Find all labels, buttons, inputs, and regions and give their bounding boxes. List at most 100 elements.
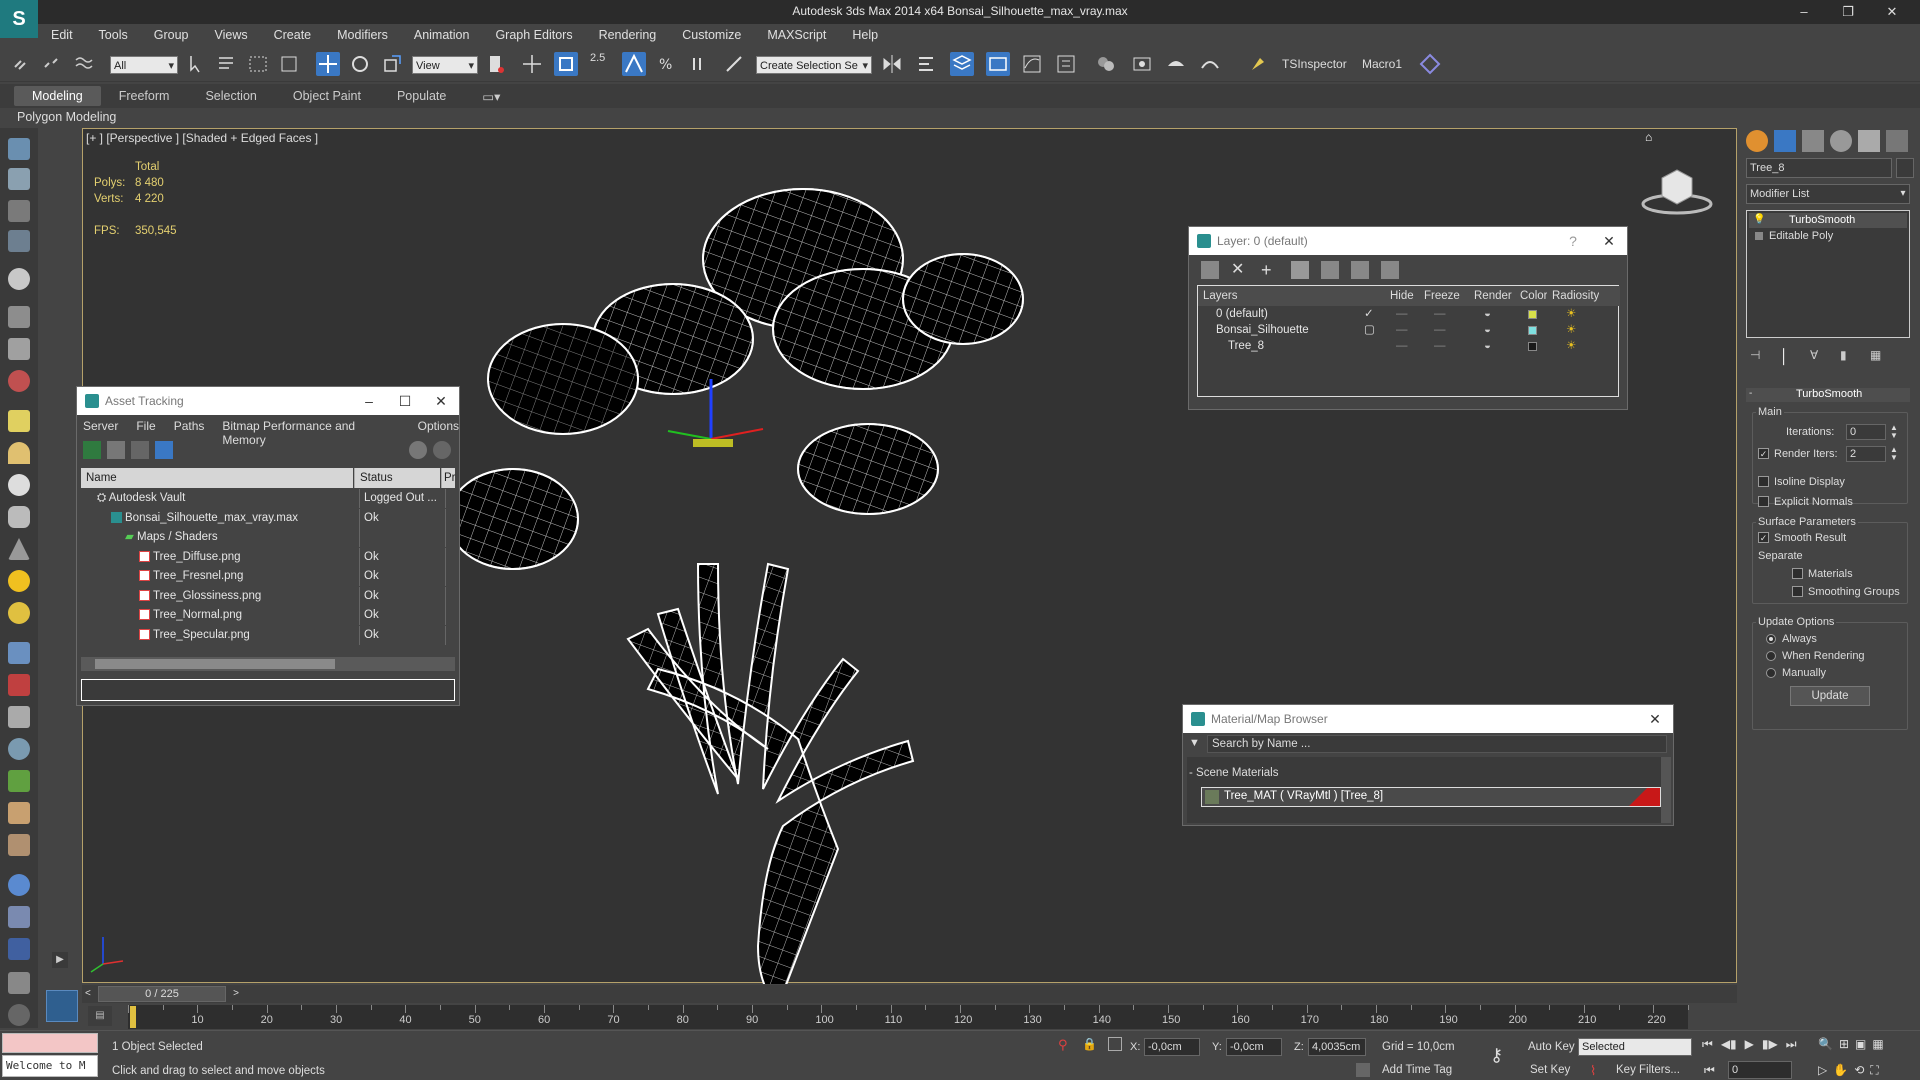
layer-row[interactable]: Tree_8 — — ◒ ☀ — [1198, 338, 1618, 354]
sphere-icon[interactable] — [8, 474, 30, 496]
pin-icon[interactable]: ⚲ — [1058, 1037, 1068, 1053]
rendered-frame-window-icon[interactable] — [1164, 52, 1188, 76]
detail-view-icon[interactable] — [131, 441, 149, 459]
zoom-all-icon[interactable]: ⊞ — [1839, 1037, 1849, 1051]
layer-help-button[interactable]: ? — [1559, 227, 1587, 255]
iterations-spinner-icon[interactable]: ▲ ▼ — [1890, 424, 1898, 440]
dome-icon[interactable] — [8, 442, 30, 464]
render-iters-checkbox[interactable]: ✓ — [1758, 448, 1769, 459]
reference-coordinate-select[interactable]: View — [412, 56, 478, 75]
light-bulb-toggle-icon[interactable]: 💡 — [1753, 214, 1765, 225]
menu-tools[interactable]: Tools — [86, 28, 141, 42]
separate-smoothing-groups-checkbox[interactable] — [1792, 586, 1803, 597]
asset-table-row[interactable]: Tree_Normal.png Ok — [81, 606, 455, 625]
display-tab-icon[interactable] — [1858, 130, 1880, 152]
material-browser-close-button[interactable]: ✕ — [1641, 705, 1669, 733]
particles-icon[interactable] — [8, 642, 30, 664]
layer-col-hide[interactable]: Hide — [1390, 286, 1414, 305]
asset-minimize-button[interactable]: – — [355, 387, 383, 415]
isoline-display-checkbox[interactable] — [1758, 476, 1769, 487]
update-button[interactable]: Update — [1790, 686, 1870, 706]
y-coordinate-field[interactable]: -0,0cm — [1226, 1038, 1282, 1056]
hierarchy-icon[interactable] — [8, 706, 30, 728]
pivot-center-icon[interactable] — [484, 52, 508, 76]
asset-col-name[interactable]: Name — [81, 468, 353, 488]
turbosmooth-rollout-header[interactable]: - TurboSmooth — [1746, 388, 1910, 402]
restore-button[interactable]: ❐ — [1826, 2, 1870, 22]
link-icon[interactable] — [10, 52, 34, 76]
create-tab-icon[interactable] — [1746, 130, 1768, 152]
menu-maxscript[interactable]: MAXScript — [754, 28, 839, 42]
pan-icon[interactable]: ✋ — [1833, 1063, 1848, 1078]
layer-hide-toggle-icon[interactable]: — — [1396, 306, 1408, 322]
layer-hide-toggle-icon[interactable]: — — [1396, 338, 1408, 354]
mini-listener-toggle[interactable] — [46, 990, 78, 1022]
layer-color-swatch[interactable] — [1528, 310, 1537, 319]
asset-table-row[interactable]: Bonsai_Silhouette_max_vray.max Ok — [81, 508, 455, 528]
layer-close-button[interactable]: ✕ — [1595, 227, 1623, 255]
explicit-normals-checkbox[interactable] — [1758, 496, 1769, 507]
material-list-scrollbar[interactable] — [1661, 757, 1671, 823]
highlight-layer-icon[interactable] — [1321, 261, 1339, 279]
selection-lock-icon[interactable]: 🔒 — [1082, 1037, 1097, 1051]
menu-rendering[interactable]: Rendering — [586, 28, 670, 42]
asset-table-row[interactable]: Tree_Glossiness.png Ok — [81, 586, 455, 606]
track-bar-toggle-icon[interactable]: ▤ — [88, 1006, 112, 1026]
selection-filter-select[interactable]: All — [110, 56, 178, 75]
object-name-field[interactable]: Tree_8 — [1746, 158, 1892, 178]
list-icon[interactable] — [8, 200, 30, 222]
snap-toggle-icon[interactable]: 2.5 — [590, 52, 614, 76]
table-view-icon[interactable] — [155, 441, 173, 459]
macro1-label[interactable]: Macro1 — [1362, 57, 1402, 71]
light-bulb-icon[interactable] — [8, 268, 30, 290]
layer-render-toggle-icon[interactable]: ◒ — [1484, 322, 1491, 338]
menu-animation[interactable]: Animation — [401, 28, 483, 42]
current-layer-check-icon[interactable]: ✓ — [1364, 306, 1374, 322]
layer-titlebar[interactable]: Layer: 0 (default) ? ✕ — [1189, 227, 1627, 255]
refresh-icon[interactable] — [83, 441, 101, 459]
delete-layer-icon[interactable]: ✕ — [1231, 261, 1249, 279]
motion-tab-icon[interactable] — [1830, 130, 1852, 152]
asset-table-row[interactable]: ▰ Maps / Shaders — [81, 528, 455, 547]
set-current-layer-icon[interactable]: ▢ — [1364, 322, 1375, 338]
map-icon[interactable] — [8, 906, 30, 928]
unlink-icon[interactable] — [40, 52, 64, 76]
asset-tracking-titlebar[interactable]: Asset Tracking – ☐ ✕ — [77, 387, 459, 415]
teapot-primitive-icon[interactable] — [8, 506, 30, 528]
select-in-layer-icon[interactable] — [1291, 261, 1309, 279]
key-mode-select[interactable]: Selected — [1578, 1038, 1692, 1056]
render-production-icon[interactable] — [1198, 52, 1222, 76]
render-icon[interactable] — [8, 168, 30, 190]
pin-stack-icon[interactable]: ⊣ — [1750, 348, 1766, 364]
asset-table-row[interactable]: Tree_Diffuse.png Ok — [81, 547, 455, 567]
render-iters-spinner-icon[interactable]: ▲ ▼ — [1890, 446, 1898, 462]
menu-edit[interactable]: Edit — [38, 28, 86, 42]
expand-arrow-icon[interactable]: ▶ — [52, 952, 68, 968]
key-filters-button[interactable]: Key Filters... — [1616, 1064, 1680, 1076]
viewport-label[interactable]: [+ ] [Perspective ] [Shaded + Edged Face… — [86, 131, 318, 145]
record-icon[interactable] — [8, 370, 30, 392]
track-bar-ruler[interactable]: 10 20 30 40 50 60 70 80 90 100 110 120 130 140 150 160 1… — [128, 1005, 1689, 1029]
grid-icon[interactable] — [8, 230, 30, 252]
help-icon[interactable] — [8, 1004, 30, 1026]
set-key-button[interactable]: Set Key — [1530, 1064, 1570, 1076]
zoom-extents-icon[interactable]: ▣ — [1855, 1037, 1866, 1051]
browser-options-icon[interactable]: ▼ — [1189, 737, 1203, 751]
smooth-result-checkbox[interactable]: ✓ — [1758, 532, 1769, 543]
hair-icon[interactable] — [8, 802, 30, 824]
sky-icon[interactable] — [8, 602, 30, 624]
mirror-icon[interactable] — [880, 52, 904, 76]
asset-table-row[interactable]: Tree_Fresnel.png Ok — [81, 567, 455, 586]
go-to-end-icon[interactable]: ⏭ — [1786, 1037, 1797, 1052]
layer-col-layers[interactable]: Layers — [1203, 286, 1238, 305]
key-mode-toggle-icon[interactable]: ⏮ — [1704, 1063, 1715, 1078]
percent-snap-icon[interactable]: % — [654, 52, 678, 76]
x-coordinate-field[interactable]: -0,0cm — [1144, 1038, 1200, 1056]
asset-col-status[interactable]: Status — [354, 468, 440, 488]
align-icon[interactable] — [914, 52, 938, 76]
edit-named-selection-icon[interactable] — [722, 52, 746, 76]
hide-all-layers-icon[interactable] — [1351, 261, 1369, 279]
tab-populate[interactable]: Populate — [379, 86, 464, 106]
keyboard-shortcut-override-icon[interactable] — [554, 52, 578, 76]
render-setup-icon[interactable] — [1130, 52, 1154, 76]
